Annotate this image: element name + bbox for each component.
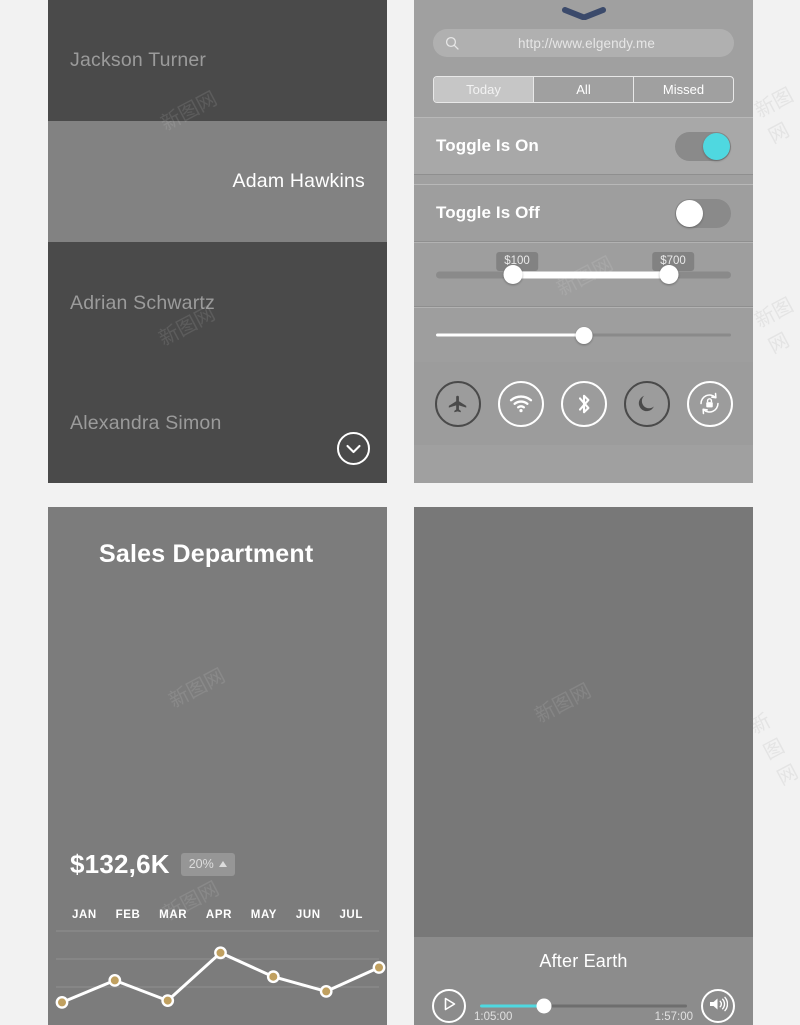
search-input[interactable]: http://www.elgendy.me (433, 29, 734, 57)
video-progress-fill (480, 1004, 545, 1008)
single-slider-row (414, 307, 753, 362)
range-slider-track[interactable] (436, 265, 731, 284)
watermark: 新图网 (530, 678, 595, 728)
range-slider-row: $100 $700 (414, 242, 753, 307)
segment-all[interactable]: All (533, 77, 633, 102)
toggle-row-on: Toggle Is On (414, 117, 753, 175)
line-chart (48, 921, 387, 1025)
control-panel-card: http://www.elgendy.me Today All Missed T… (414, 0, 753, 483)
toggle-row-off: Toggle Is Off (414, 184, 753, 242)
elapsed-time: 1:05:00 (474, 1011, 513, 1023)
wifi-button[interactable] (497, 380, 544, 427)
list-item[interactable]: Adrian Schwartz (48, 242, 387, 364)
panel-grabber[interactable] (414, 0, 753, 26)
list-item[interactable]: Adam Hawkins (48, 121, 387, 242)
search-placeholder: http://www.elgendy.me (518, 35, 655, 51)
bluetooth-button[interactable] (560, 380, 607, 427)
contact-name: Adam Hawkins (232, 170, 365, 192)
do-not-disturb-moon-icon (636, 393, 657, 414)
range-slider-handle-low[interactable] (503, 265, 523, 284)
sales-change-value: 20% (188, 857, 214, 871)
segmented-control: Today All Missed (414, 57, 753, 103)
wifi-icon (509, 394, 533, 413)
screenshot-canvas: Jackson Turner Adam Hawkins Adrian Schwa… (0, 0, 800, 1025)
month-label: JUL (339, 909, 363, 921)
month-label: MAR (159, 909, 188, 921)
video-surface[interactable]: 新图网 (414, 507, 753, 937)
rotation-lock-button[interactable] (686, 380, 733, 427)
caret-up-icon (218, 861, 227, 867)
search-bar: http://www.elgendy.me (414, 26, 753, 57)
chart-canvas (55, 930, 386, 1009)
chart-markers (55, 946, 386, 1009)
toggle-on-label: Toggle Is On (436, 136, 539, 155)
month-label: JAN (72, 909, 97, 921)
bluetooth-icon (576, 392, 592, 416)
segment-missed[interactable]: Missed (633, 77, 733, 102)
list-item[interactable]: Jackson Turner (48, 0, 387, 121)
toggle-knob (676, 199, 703, 227)
range-slider-fill (512, 271, 670, 278)
chart-x-axis-labels: JAN FEB MAR APR MAY JUN JUL (48, 909, 387, 921)
chevron-down-icon (346, 444, 361, 454)
contact-name: Alexandra Simon (70, 412, 222, 434)
single-slider-handle[interactable] (575, 326, 592, 344)
toggle-knob (703, 132, 730, 160)
contact-name: Adrian Schwartz (70, 291, 215, 314)
segment-today[interactable]: Today (434, 77, 533, 102)
video-control-bar: After Earth 1:05:00 1:57:00 (414, 937, 753, 1025)
toggle-off-label: Toggle Is Off (436, 203, 540, 222)
toggle-switch-on[interactable] (675, 131, 731, 161)
quick-toggle-row (414, 362, 753, 445)
month-label: APR (205, 909, 233, 921)
remaining-time: 1:57:00 (654, 1011, 693, 1023)
month-label: MAY (250, 909, 278, 921)
airplane-mode-icon (447, 393, 469, 415)
rotation-lock-icon (697, 391, 722, 416)
month-label: FEB (115, 909, 141, 921)
page-title: Sales Department (99, 540, 314, 568)
video-timestamps: 1:05:00 1:57:00 (432, 1011, 735, 1023)
do-not-disturb-button[interactable] (623, 380, 670, 427)
single-slider-fill (436, 333, 584, 337)
status-badge: 20% (180, 853, 235, 876)
video-player-card: 新图网 After Earth 1:05:00 1:57:00 (414, 507, 753, 1025)
watermark: 新图网 (750, 292, 798, 359)
video-title: After Earth (539, 951, 628, 971)
list-item[interactable]: Alexandra Simon (48, 364, 387, 483)
sales-amount: $132,6K (70, 849, 170, 879)
chart-gridlines (56, 930, 379, 988)
month-label: JUN (295, 909, 321, 921)
toggle-switch-off[interactable] (675, 198, 731, 228)
range-slider-handle-high[interactable] (659, 265, 679, 284)
scroll-down-button[interactable] (337, 432, 370, 465)
airplane-mode-button[interactable] (434, 380, 481, 427)
watermark: 新图网 (164, 663, 229, 713)
contacts-card: Jackson Turner Adam Hawkins Adrian Schwa… (48, 0, 387, 483)
single-slider-track[interactable] (436, 326, 731, 344)
sales-chart-card: Sales Department $132,6K 20% JAN FEB MAR… (48, 507, 387, 1025)
sales-summary: $132,6K 20% (70, 849, 235, 880)
chevron-down-handle-icon (561, 6, 606, 20)
contact-name: Jackson Turner (70, 49, 207, 71)
watermark: 新图网 (750, 82, 798, 149)
